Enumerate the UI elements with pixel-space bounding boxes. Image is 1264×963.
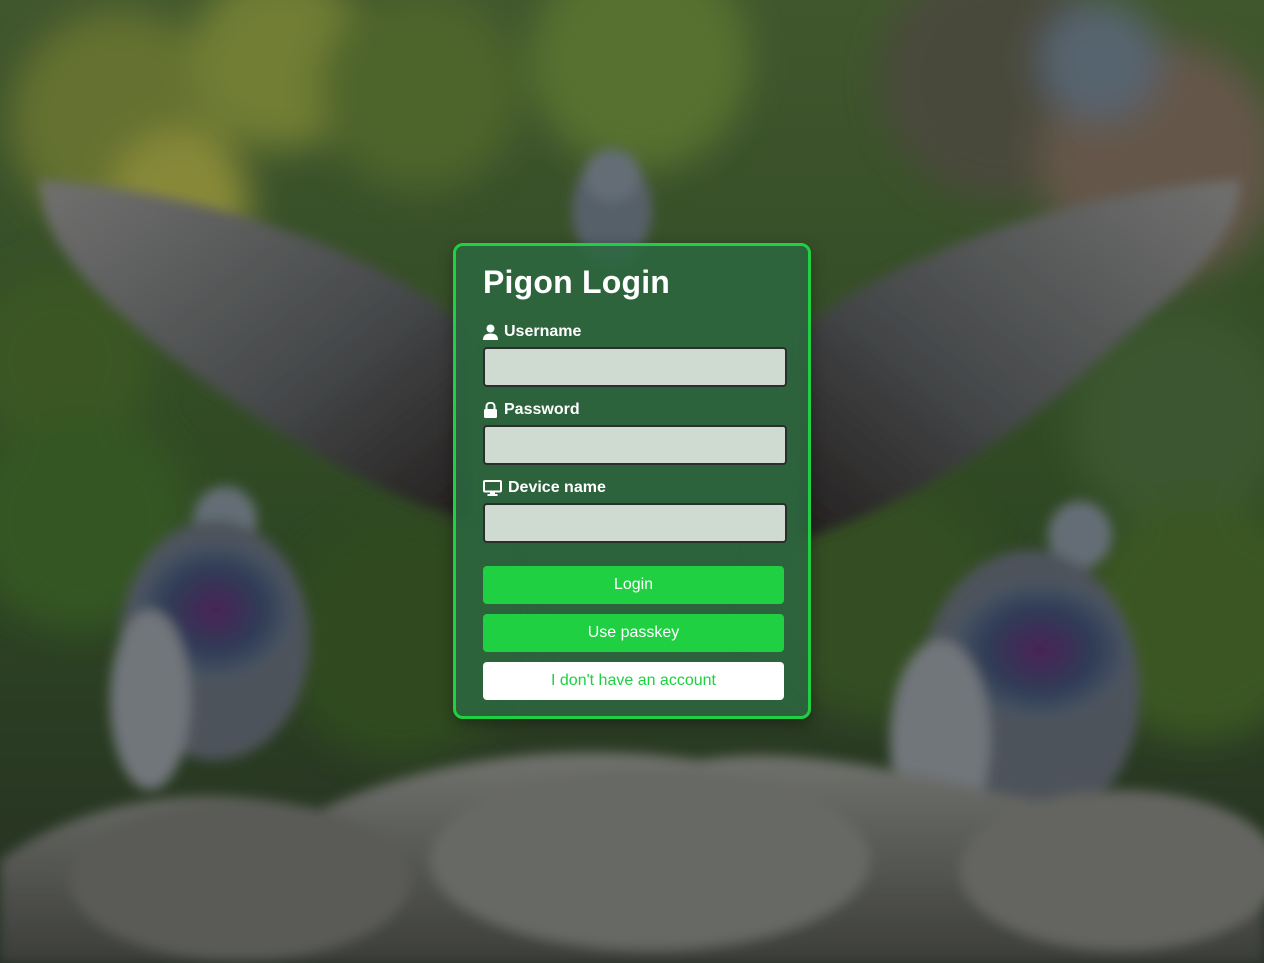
device-name-label-text: Device name <box>508 479 606 496</box>
password-label-text: Password <box>504 401 580 418</box>
no-account-button[interactable]: I don't have an account <box>483 662 784 700</box>
password-label: Password <box>483 400 580 420</box>
login-button[interactable]: Login <box>483 566 784 604</box>
use-passkey-button[interactable]: Use passkey <box>483 614 784 652</box>
username-input[interactable] <box>483 347 787 387</box>
lock-icon <box>483 402 498 418</box>
device-name-label: Device name <box>483 478 606 498</box>
username-label-text: Username <box>504 323 582 340</box>
device-name-input[interactable] <box>483 503 787 543</box>
monitor-icon <box>483 480 502 496</box>
username-label: Username <box>483 322 581 342</box>
password-input[interactable] <box>483 425 787 465</box>
page-title: Pigon Login <box>483 264 671 300</box>
user-icon <box>483 324 498 340</box>
login-card: Pigon Login Username Password Device nam… <box>453 243 811 719</box>
